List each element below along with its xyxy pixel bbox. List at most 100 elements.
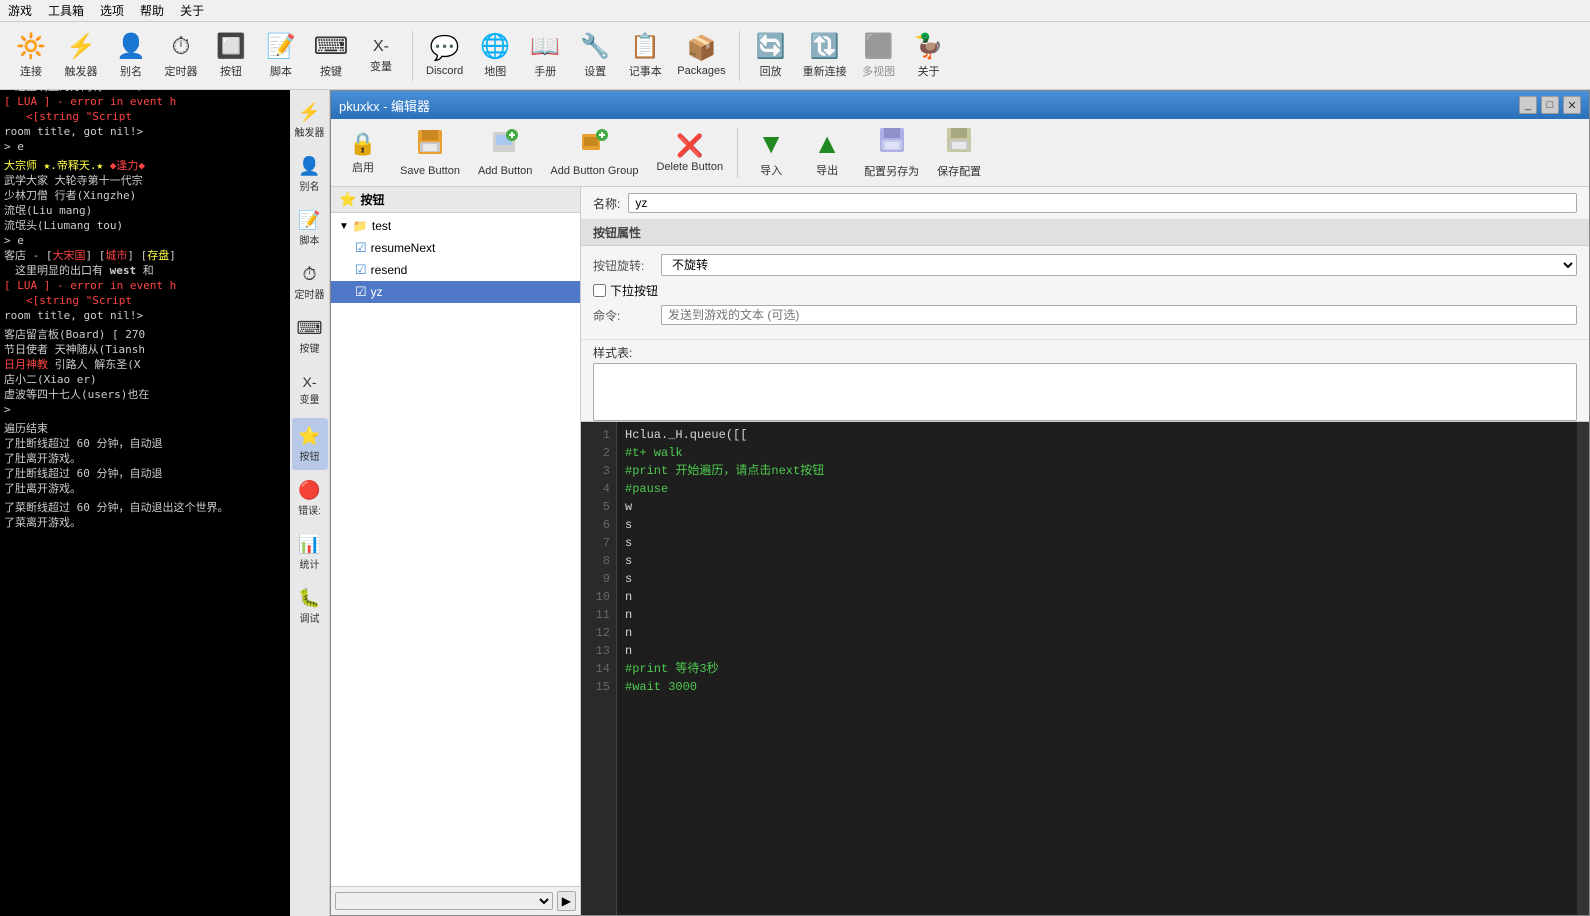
add-button-group-label: Add Button Group [550, 165, 638, 177]
sidebar-variables[interactable]: X- 变量 [292, 364, 328, 416]
sidebar-triggers-label: 触发器 [295, 124, 325, 139]
toolbar-discord[interactable]: 💬 Discord [421, 27, 468, 85]
editor-toolbar-sep-1 [737, 128, 738, 178]
toolbar-script[interactable]: 📝 脚本 [258, 27, 304, 85]
tree-group-test-label: test [372, 219, 391, 233]
timer-icon: ⏱ [172, 33, 191, 61]
tree-bottom-select[interactable] [335, 892, 553, 910]
rotation-select[interactable]: 不旋转 水平 垂直 [661, 254, 1577, 276]
add-button-btn[interactable]: Add Button [471, 124, 539, 182]
dropdown-text: 下拉按钮 [610, 282, 658, 299]
toolbar-connect[interactable]: 🔆 连接 [8, 27, 54, 85]
terminal-panel: resumeNext resend yz > s 北大街 - [大宋国] [城市… [0, 0, 290, 916]
toolbar-packages[interactable]: 📦 Packages [672, 27, 730, 85]
toolbar-trigger[interactable]: ⚡ 触发器 [58, 27, 104, 85]
save-config-2-btn[interactable]: 保存配置 [930, 124, 988, 182]
toolbar-replay[interactable]: 🔄 回放 [748, 27, 794, 85]
sidebar-aliases[interactable]: 👤 别名 [292, 148, 328, 200]
tree-item-resumeNext[interactable]: ☑ resumeNext [331, 237, 580, 259]
tree-star-icon: ⭐ [339, 191, 356, 208]
tree-bottom-run-btn[interactable]: ▶ [557, 891, 576, 911]
import-btn[interactable]: ▼ 导入 [745, 124, 797, 182]
code-lines[interactable]: Hclua._H.queue([[ #t+ walk #print 开始遍历，请… [617, 422, 1577, 915]
tree-item-resend[interactable]: ☑ resend [331, 259, 580, 281]
toolbar-reconnect-label: 重新连接 [803, 63, 847, 79]
add-button-group-btn[interactable]: Add Button Group [543, 124, 645, 182]
toolbar-manual[interactable]: 📖 手册 [522, 27, 568, 85]
menu-help[interactable]: 帮助 [140, 2, 164, 19]
sidebar-stats-label: 统计 [300, 556, 320, 571]
sidebar-debug[interactable]: 🐛 调试 [292, 580, 328, 632]
toolbar-map[interactable]: 🌐 地图 [472, 27, 518, 85]
replay-icon: 🔄 [756, 32, 786, 61]
notepad-icon: 📋 [630, 32, 660, 61]
import-icon: ▼ [757, 128, 785, 160]
code-scrollbar[interactable] [1577, 422, 1589, 915]
buttons-icon: ⭐ [298, 426, 320, 447]
sidebar-debug-label: 调试 [300, 610, 320, 625]
export-btn[interactable]: ▲ 导出 [801, 124, 853, 182]
titlebar-close[interactable]: ✕ [1563, 96, 1581, 114]
export-label: 导出 [816, 162, 838, 178]
packages-icon: 📦 [687, 34, 717, 63]
sidebar-buttons[interactable]: ⭐ 按钮 [292, 418, 328, 470]
toolbar-settings-label: 设置 [584, 63, 606, 79]
sidebar-errors[interactable]: 🔴 错误: [292, 472, 328, 524]
menu-about[interactable]: 关于 [180, 2, 204, 19]
sidebar-scripts[interactable]: 📝 脚本 [292, 202, 328, 254]
toolbar-notepad[interactable]: 📋 记事本 [622, 27, 668, 85]
titlebar-maximize[interactable]: □ [1541, 96, 1559, 114]
toolbar-timer[interactable]: ⏱ 定时器 [158, 27, 204, 85]
tree-content[interactable]: ▼ 📁 test ☑ resumeNext ☑ resend ☑ yz [331, 213, 580, 886]
titlebar-minimize[interactable]: _ [1519, 96, 1537, 114]
reconnect-icon: 🔃 [810, 32, 840, 61]
command-row: 命令: [593, 305, 1577, 325]
save-button-btn[interactable]: Save Button [393, 124, 467, 182]
sidebar-hotkeys[interactable]: ⌨ 按键 [292, 310, 328, 362]
toolbar-notepad-label: 记事本 [629, 63, 662, 79]
add-button-group-icon [580, 128, 608, 163]
toolbar-settings[interactable]: 🔧 设置 [572, 27, 618, 85]
toolbar-alias[interactable]: 👤 别名 [108, 27, 154, 85]
tree-item-yz[interactable]: ☑ yz [331, 281, 580, 303]
toolbar-multiview[interactable]: ⬛ 多视图 [856, 27, 902, 85]
enable-btn[interactable]: 🔒 启用 [337, 124, 389, 182]
delete-button-btn[interactable]: ❌ Delete Button [649, 124, 730, 182]
name-input[interactable] [628, 193, 1577, 213]
toolbar-hotkey[interactable]: ⌨ 按键 [308, 27, 354, 85]
menu-game[interactable]: 游戏 [8, 2, 32, 19]
enable-icon: 🔒 [349, 131, 376, 157]
style-textarea[interactable] [593, 363, 1577, 421]
menu-options[interactable]: 选项 [100, 2, 124, 19]
dropdown-row: 下拉按钮 [593, 282, 1577, 299]
toolbar-hotkey-label: 按键 [320, 63, 342, 79]
sidebar-stats[interactable]: 📊 统计 [292, 526, 328, 578]
toolbar-sep-2 [739, 31, 740, 81]
code-content[interactable]: 123456789101112131415 Hclua._H.queue([[ … [581, 422, 1589, 915]
timers-icon: ⏱ [302, 264, 316, 285]
toolbar-button[interactable]: 🔲 按钮 [208, 27, 254, 85]
tree-group-test[interactable]: ▼ 📁 test [331, 215, 580, 237]
menu-toolbox[interactable]: 工具箱 [48, 2, 84, 19]
command-input[interactable] [661, 305, 1577, 325]
sidebar-timers[interactable]: ⏱ 定时器 [292, 256, 328, 308]
toolbar-about[interactable]: 🦆 关于 [906, 27, 952, 85]
toolbar-reconnect[interactable]: 🔃 重新连接 [798, 27, 852, 85]
connect-icon: 🔆 [16, 32, 46, 61]
sidebar-triggers[interactable]: ⚡ 触发器 [292, 94, 328, 146]
toolbar-variable[interactable]: X- 变量 [358, 27, 404, 85]
save-button-icon [416, 128, 444, 163]
name-field-row: 名称: [581, 187, 1589, 220]
toolbar-button-label: 按钮 [220, 63, 242, 79]
editor-title: pkuxkx - 编辑器 [339, 96, 430, 115]
triggers-icon: ⚡ [298, 102, 320, 123]
collapse-icon: ▼ [339, 221, 349, 232]
dropdown-label[interactable]: 下拉按钮 [593, 282, 658, 299]
save-config-btn[interactable]: 配置另存为 [857, 124, 926, 182]
right-panel: 名称: 按钮属性 按钮旋转: 不旋转 水平 垂直 [581, 187, 1589, 915]
dropdown-checkbox[interactable] [593, 284, 606, 297]
tree-panel: ⭐ 按钮 ▼ 📁 test ☑ resumeNext ☑ resend [331, 187, 581, 915]
aliases-icon: 👤 [298, 156, 320, 177]
button-icon: 🔲 [216, 32, 246, 61]
import-label: 导入 [760, 162, 782, 178]
